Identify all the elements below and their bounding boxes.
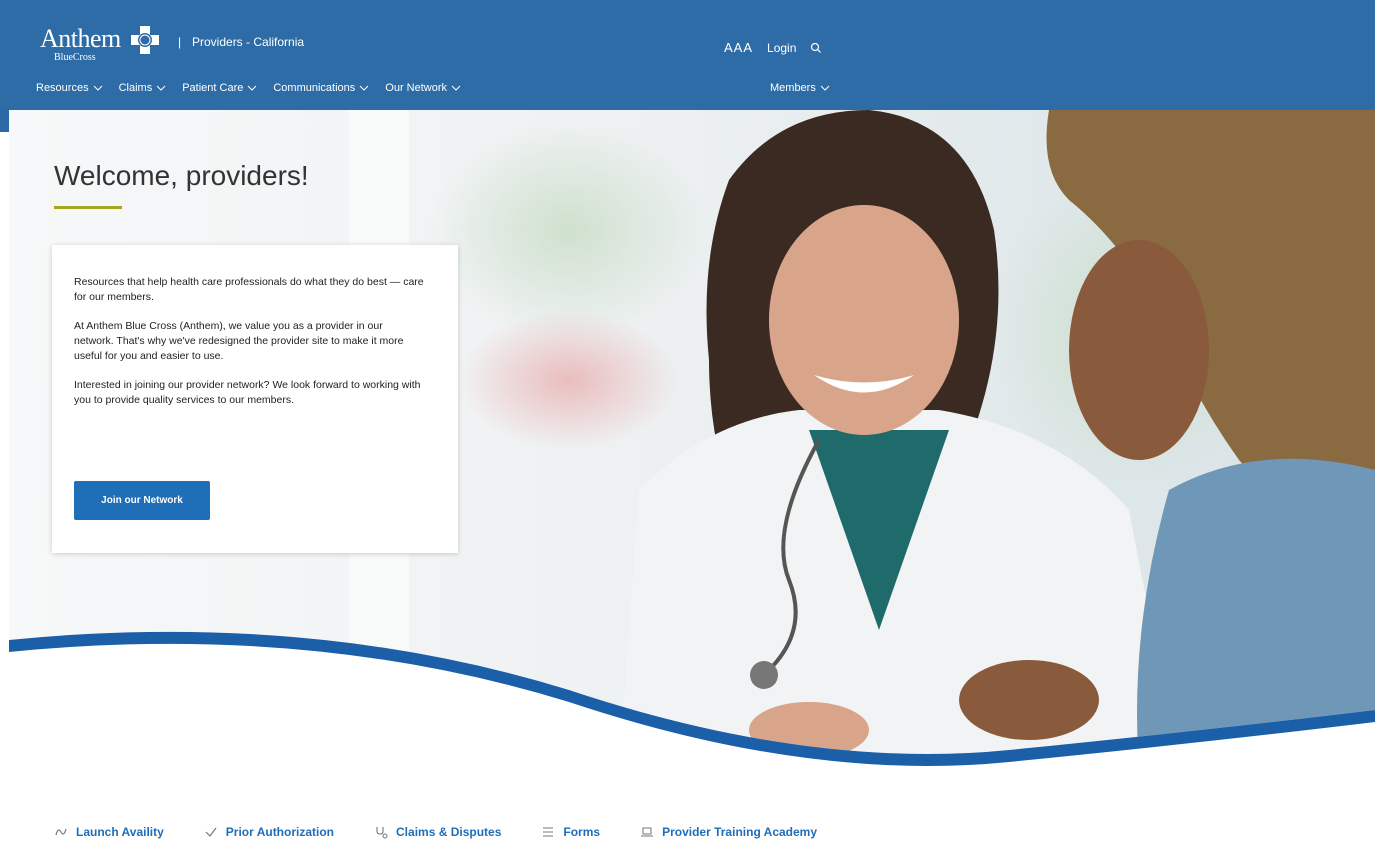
site-header: Anthem BlueCross | Providers - Californi… [0,0,1375,110]
logo-wordmark: Anthem [40,24,121,53]
intro-paragraph: At Anthem Blue Cross (Anthem), we value … [74,320,404,362]
logo-subtitle: BlueCross [54,52,96,63]
availity-icon [55,828,67,836]
nav-label: Communications [273,82,356,94]
nav-label: Patient Care [182,82,244,94]
quick-link-label: Launch Availity [76,825,164,839]
nav-resources[interactable]: Resources [36,82,103,94]
chevron-down-icon [820,85,830,91]
nav-patient-care[interactable]: Patient Care [182,82,257,94]
quick-link-label: Claims & Disputes [396,825,502,839]
quick-link-forms[interactable]: Forms [541,825,600,839]
quick-links: Launch Availity Prior Authorization Clai… [54,825,817,839]
nav-our-network[interactable]: Our Network [385,82,461,94]
join-network-button[interactable]: Join our Network [74,481,210,520]
list-icon [543,827,554,837]
intro-paragraph: Resources that help health care professi… [74,276,424,303]
quick-link-provider-training-academy[interactable]: Provider Training Academy [640,825,817,839]
quick-link-label: Provider Training Academy [662,825,818,839]
stethoscope-icon [376,827,388,839]
nav-claims[interactable]: Claims [119,82,167,94]
nav-label: Members [770,82,816,94]
search-icon[interactable] [810,42,822,54]
quick-link-prior-authorization[interactable]: Prior Authorization [204,825,334,839]
main-nav: Resources Claims Patient Care Communicat… [36,82,461,94]
title-accent-line [54,206,122,209]
checkmark-icon [205,827,217,837]
chevron-down-icon [156,85,166,91]
chevron-down-icon [93,85,102,91]
chevron-down-icon [359,85,369,91]
nav-communications[interactable]: Communications [273,82,369,94]
page-title: Welcome, providers! [54,160,309,191]
blue-cross-icon [130,26,159,54]
nav-label: Resources [36,82,89,94]
nav-label: Our Network [385,82,448,94]
intro-paragraph: Interested in joining our provider netwo… [74,379,421,406]
utility-nav: AAA Login [724,40,822,55]
quick-link-label: Prior Authorization [225,825,335,839]
quick-link-label: Forms [563,825,601,839]
nav-members[interactable]: Members [770,82,830,94]
intro-card: Resources that help health care professi… [52,245,458,553]
region-label[interactable]: Providers - California [192,35,304,49]
quick-link-claims-disputes[interactable]: Claims & Disputes [374,825,501,839]
anthem-logo[interactable]: Anthem BlueCross [40,24,161,63]
left-frame-edge [0,110,9,132]
chevron-down-icon [248,85,257,91]
logo-separator: | [178,35,182,49]
login-link[interactable]: Login [767,41,796,55]
laptop-icon [641,827,654,837]
chevron-down-icon [451,85,461,91]
quick-link-launch-availity[interactable]: Launch Availity [54,825,164,839]
nav-label: Claims [118,82,153,94]
text-size-toggle[interactable]: AAA [724,40,753,55]
